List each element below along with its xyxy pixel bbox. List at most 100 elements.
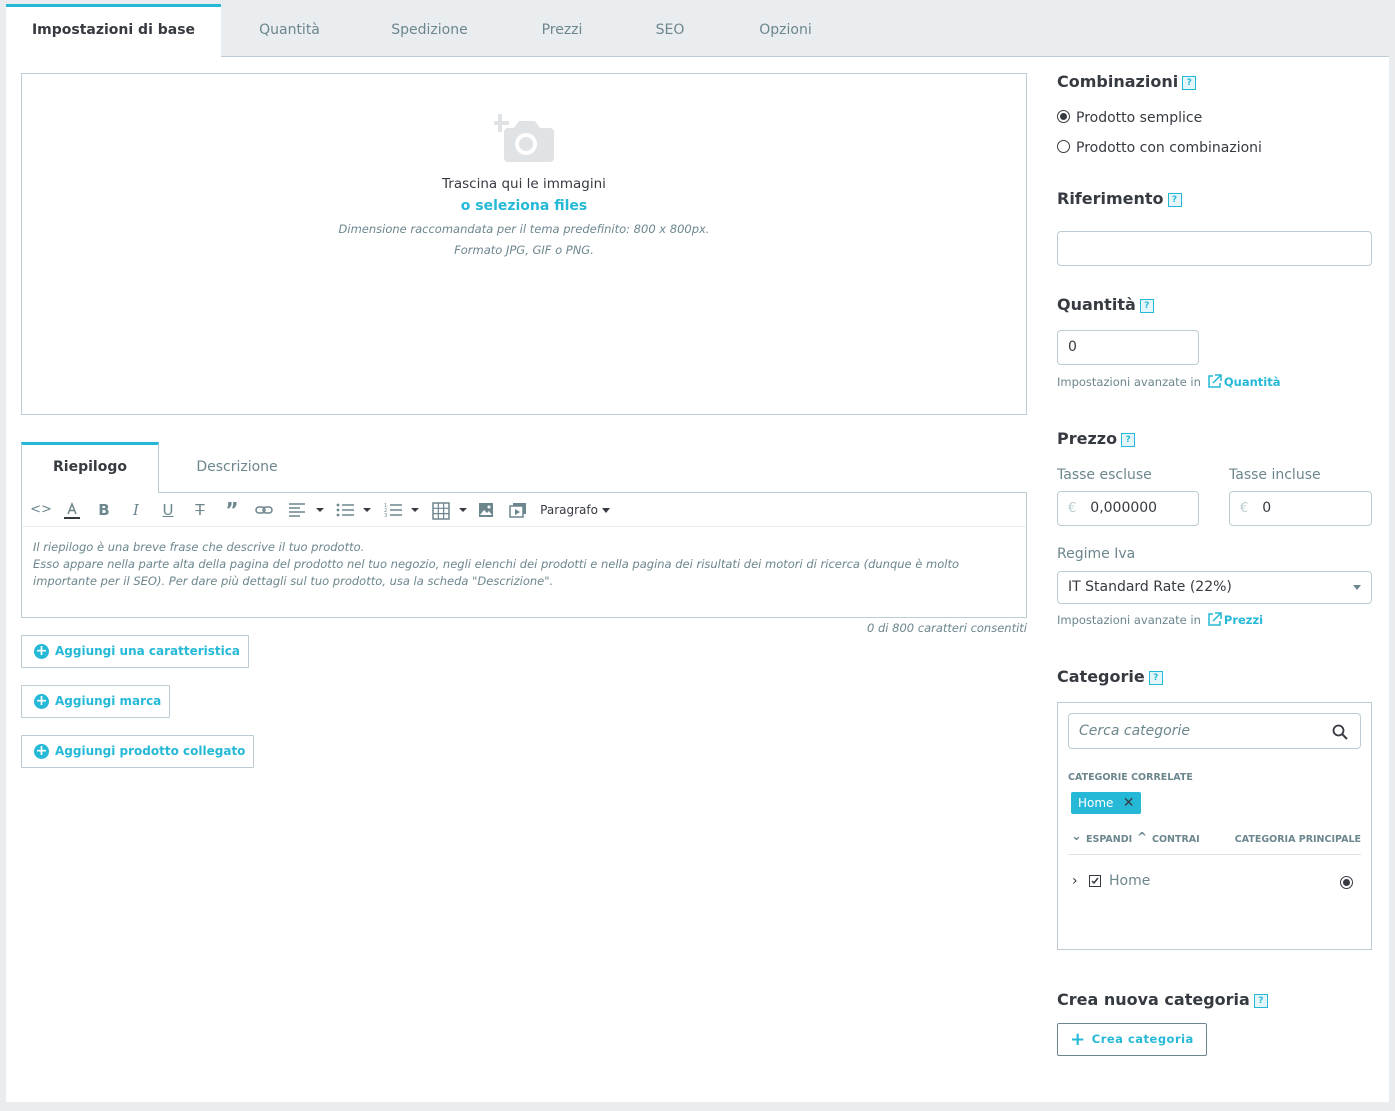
- select-files-link[interactable]: o seleziona files: [22, 198, 1026, 214]
- radio-unchecked-icon: [1057, 140, 1070, 153]
- table-dropdown[interactable]: [430, 499, 470, 521]
- quantity-advanced-link[interactable]: Quantità: [1224, 375, 1281, 389]
- category-search-input[interactable]: Cerca categorie: [1068, 713, 1361, 749]
- add-brand-button[interactable]: + Aggiungi marca: [21, 685, 171, 718]
- tab-prices[interactable]: Prezzi: [501, 4, 623, 58]
- collapse-button[interactable]: CONTRAI: [1152, 834, 1200, 845]
- main-category-radio[interactable]: [1340, 876, 1353, 889]
- price-tax-excl-input[interactable]: €0,000000: [1057, 491, 1199, 526]
- help-icon[interactable]: ?: [1182, 75, 1197, 90]
- help-icon[interactable]: ?: [1121, 432, 1136, 447]
- chevron-up-icon: ^: [1137, 830, 1148, 844]
- reference-heading: Riferimento?: [1057, 189, 1182, 208]
- image-dropzone[interactable]: Trascina qui le immagini o seleziona fil…: [21, 73, 1027, 415]
- tab-summary[interactable]: Riepilogo: [21, 442, 159, 493]
- summary-textarea[interactable]: Il riepilogo è una breve frase che descr…: [22, 527, 1026, 602]
- numbered-list-dropdown[interactable]: 123: [382, 499, 422, 521]
- code-icon[interactable]: <>: [30, 499, 52, 521]
- add-circle-icon: +: [34, 693, 49, 709]
- radio-checked-icon: [1057, 110, 1070, 123]
- add-brand-label: Aggiungi marca: [55, 694, 162, 708]
- new-category-heading: Crea nuova categoria?: [1057, 990, 1268, 1009]
- bullet-list-dropdown[interactable]: [334, 499, 374, 521]
- add-circle-icon: +: [34, 643, 49, 659]
- vat-label: Regime Iva: [1057, 546, 1136, 562]
- checkbox-checked[interactable]: [1089, 875, 1101, 887]
- summary-placeholder-2: Esso appare nella parte alta della pagin…: [33, 557, 959, 588]
- svg-text:3: 3: [384, 513, 387, 518]
- bold-icon[interactable]: B: [94, 499, 114, 521]
- price-advanced: Impostazioni avanzate in Prezzi: [1057, 612, 1264, 627]
- align-dropdown[interactable]: [286, 499, 326, 521]
- category-tree-header: ⌄ ESPANDI ^ CONTRAI CATEGORIA PRINCIPALE: [1068, 829, 1361, 855]
- blockquote-icon[interactable]: ”: [222, 499, 242, 521]
- radio-combinations-product[interactable]: Prodotto con combinazioni: [1057, 140, 1262, 156]
- category-chip-home: Home ✕: [1071, 792, 1142, 814]
- quantity-input[interactable]: 0: [1057, 330, 1199, 365]
- euro-icon: €: [1240, 501, 1249, 516]
- close-icon[interactable]: ✕: [1123, 792, 1135, 814]
- plus-icon: +: [1070, 1029, 1086, 1050]
- search-icon[interactable]: [1332, 724, 1348, 740]
- price-advanced-link[interactable]: Prezzi: [1224, 613, 1263, 627]
- strikethrough-icon[interactable]: T: [190, 499, 210, 521]
- help-icon[interactable]: ?: [1139, 298, 1154, 313]
- add-related-product-button[interactable]: + Aggiungi prodotto collegato: [21, 735, 255, 768]
- tax-incl-label: Tasse incluse: [1229, 467, 1321, 483]
- editor-toolbar: <> B I U T ” 123 Paragrafo: [22, 493, 1026, 527]
- external-link-icon: [1208, 612, 1222, 626]
- quantity-heading: Quantità?: [1057, 295, 1154, 314]
- add-circle-icon: +: [34, 743, 49, 759]
- add-feature-button[interactable]: + Aggiungi una caratteristica: [21, 635, 249, 668]
- chevron-down-icon: [1353, 585, 1361, 590]
- product-tabs: Impostazioni di base Quantità Spedizione…: [6, 4, 1389, 58]
- tab-description[interactable]: Descrizione: [161, 442, 313, 493]
- add-related-label: Aggiungi prodotto collegato: [55, 744, 246, 758]
- underline-icon[interactable]: U: [158, 499, 178, 521]
- right-column: Combinazioni? Prodotto semplice Prodotto…: [1057, 57, 1372, 1102]
- main-panel: Trascina qui le immagini o seleziona fil…: [6, 57, 1389, 1102]
- create-category-button[interactable]: + Crea categoria: [1057, 1023, 1207, 1056]
- vat-select[interactable]: IT Standard Rate (22%): [1057, 571, 1372, 604]
- euro-icon: €: [1068, 501, 1077, 516]
- help-icon[interactable]: ?: [1253, 993, 1268, 1008]
- add-feature-label: Aggiungi una caratteristica: [55, 644, 240, 658]
- help-icon[interactable]: ?: [1148, 670, 1163, 685]
- price-tax-incl-input[interactable]: €0: [1229, 491, 1372, 526]
- combinations-heading: Combinazioni?: [1057, 72, 1197, 91]
- expand-button[interactable]: ESPANDI: [1086, 834, 1132, 845]
- tab-seo[interactable]: SEO: [623, 4, 717, 58]
- image-icon[interactable]: [476, 499, 496, 521]
- main-category-title: CATEGORIA PRINCIPALE: [1234, 834, 1361, 845]
- char-counter: 0 di 800 caratteri consentiti: [867, 621, 1027, 635]
- dropzone-hint-format: Formato JPG, GIF o PNG.: [454, 243, 594, 257]
- category-tree-item: › Home: [1068, 873, 1361, 893]
- link-icon[interactable]: [254, 499, 274, 521]
- editor-tabs: Riepilogo Descrizione: [21, 442, 1027, 493]
- quantity-advanced: Impostazioni avanzate in Quantità: [1057, 374, 1281, 389]
- add-photo-icon: [494, 114, 554, 162]
- dropzone-title: Trascina qui le immagini: [442, 176, 606, 192]
- text-color-icon[interactable]: [62, 499, 82, 521]
- external-link-icon: [1208, 374, 1222, 388]
- italic-icon[interactable]: I: [126, 499, 146, 521]
- categories-heading: Categorie?: [1057, 667, 1163, 686]
- price-heading: Prezzo?: [1057, 429, 1136, 448]
- tab-quantity[interactable]: Quantità: [221, 4, 358, 58]
- related-categories-title: CATEGORIE CORRELATE: [1068, 772, 1193, 783]
- paragraph-format-dropdown[interactable]: Paragrafo: [539, 499, 611, 521]
- reference-input[interactable]: [1057, 231, 1372, 266]
- tab-basic-settings[interactable]: Impostazioni di base: [6, 4, 221, 58]
- tab-options[interactable]: Opzioni: [717, 4, 854, 58]
- tab-shipping[interactable]: Spedizione: [358, 4, 501, 58]
- category-tree-label: Home: [1109, 873, 1151, 889]
- tax-excl-label: Tasse escluse: [1057, 467, 1152, 483]
- dropzone-hint-size: Dimensione raccomandata per il tema pred…: [338, 222, 710, 236]
- categories-box: Cerca categorie CATEGORIE CORRELATE Home…: [1057, 702, 1372, 950]
- chevron-down-icon: [601, 508, 610, 513]
- radio-simple-product[interactable]: Prodotto semplice: [1057, 110, 1202, 126]
- summary-placeholder-1: Il riepilogo è una breve frase che descr…: [33, 540, 365, 554]
- help-icon[interactable]: ?: [1167, 192, 1182, 207]
- chevron-right-icon[interactable]: ›: [1072, 873, 1078, 889]
- media-icon[interactable]: [508, 499, 528, 521]
